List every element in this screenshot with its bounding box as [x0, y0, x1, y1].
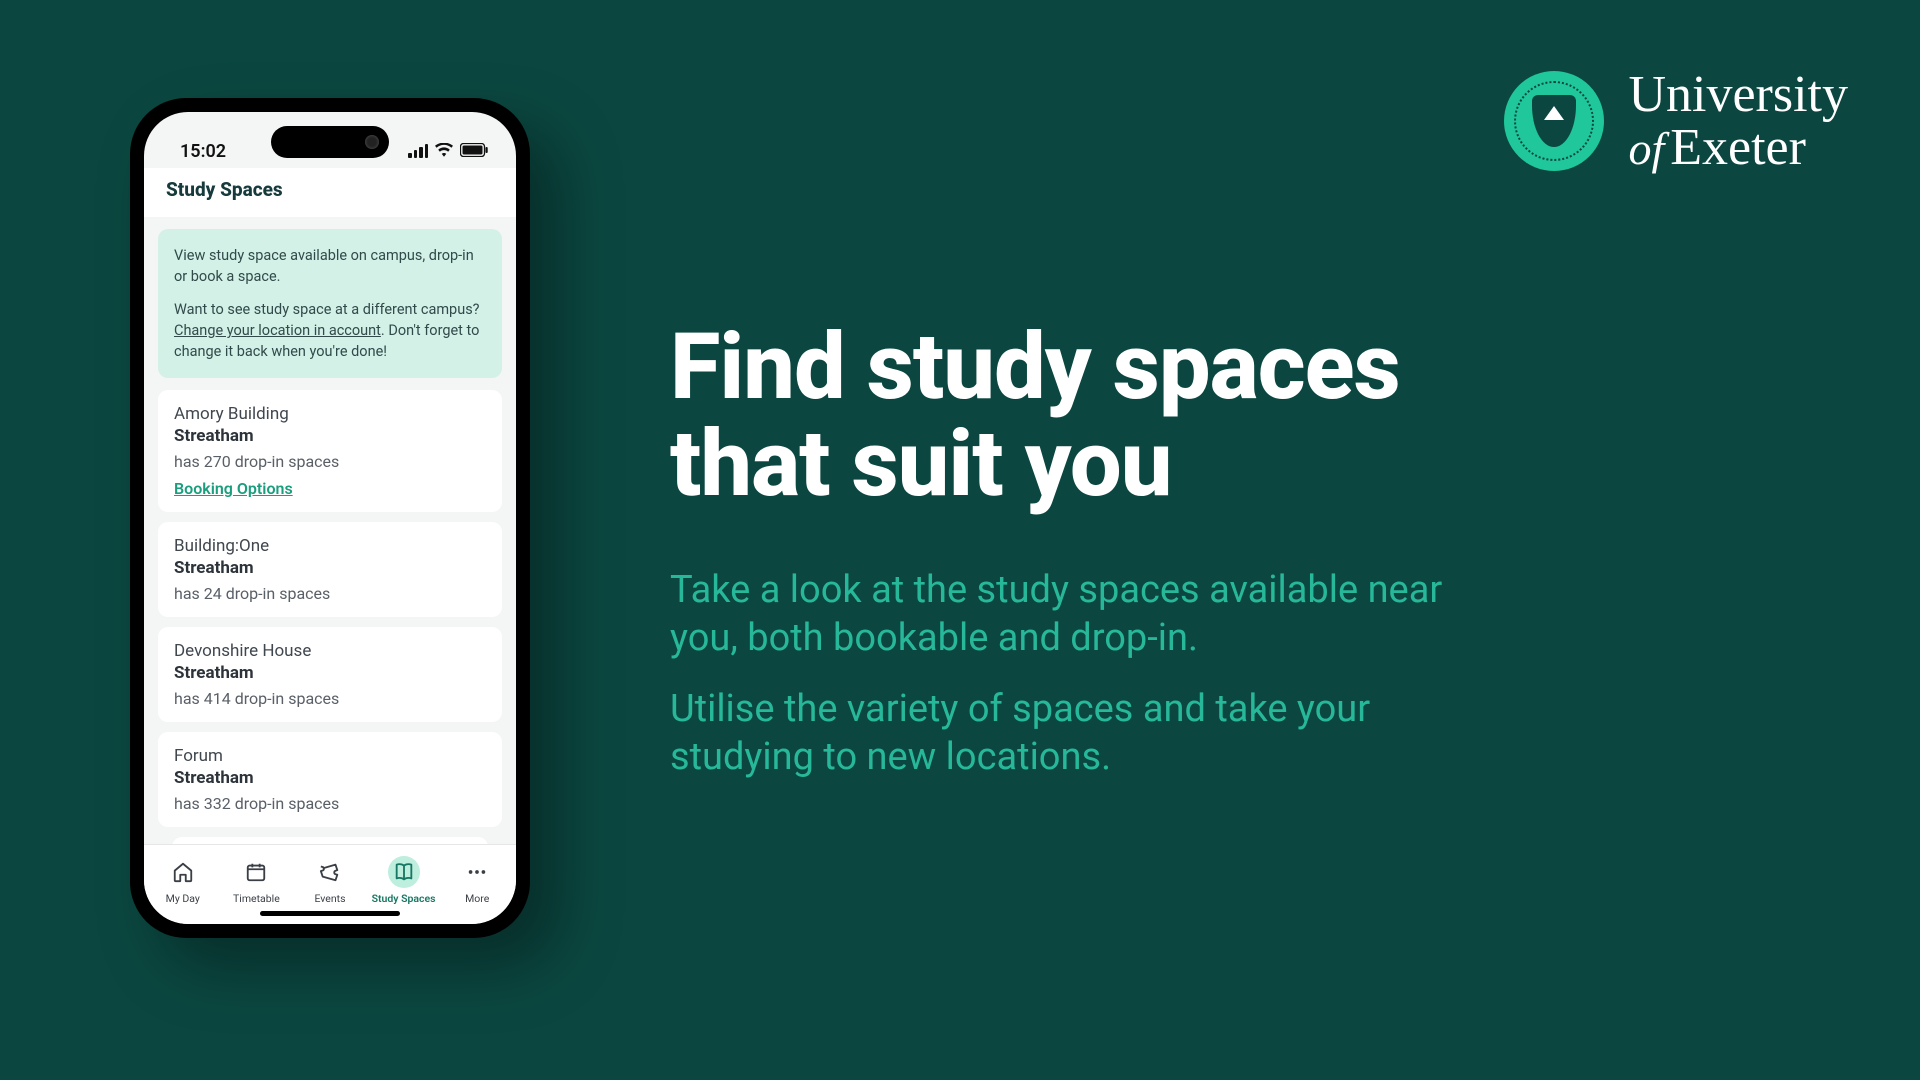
space-name: Devonshire House [174, 641, 486, 661]
space-count: has 24 drop-in spaces [174, 584, 486, 603]
logo-of: of [1628, 123, 1664, 174]
space-campus: Streatham [174, 558, 486, 578]
cell-signal-icon [408, 144, 428, 158]
hero-sub-1: Take a look at the study spaces availabl… [670, 567, 1500, 662]
nav-timetable[interactable]: Timetable [221, 856, 291, 905]
phone-mockup: 15:02 Study Spaces View study space avai… [130, 98, 530, 938]
calendar-icon [240, 856, 272, 888]
change-location-link[interactable]: Change your location in account [174, 322, 381, 339]
space-name: Forum [174, 746, 486, 766]
nav-study-spaces[interactable]: Study Spaces [369, 856, 439, 905]
book-open-icon [388, 856, 420, 888]
info-p1: View study space available on campus, dr… [174, 245, 486, 287]
info-p2a: Want to see study space at a different c… [174, 301, 480, 318]
logo-line2: ofExeter [1628, 121, 1848, 174]
university-logo: University ofExeter [1504, 68, 1848, 174]
phone-screen: 15:02 Study Spaces View study space avai… [144, 112, 516, 924]
shield-icon [1532, 95, 1576, 147]
hero-copy: Find study spaces that suit you Take a l… [670, 320, 1500, 781]
page-title: Study Spaces [144, 168, 516, 217]
battery-icon [460, 141, 488, 162]
nav-label: Timetable [233, 892, 280, 905]
nav-label: Events [314, 892, 345, 905]
ellipsis-icon [461, 856, 493, 888]
space-count: has 332 drop-in spaces [174, 794, 486, 813]
info-p2: Want to see study space at a different c… [174, 299, 486, 362]
nav-more[interactable]: More [442, 856, 512, 905]
hero-title: Find study spaces that suit you [670, 320, 1500, 513]
space-count: has 270 drop-in spaces [174, 452, 486, 471]
logo-roundel [1504, 71, 1604, 171]
nav-label: My Day [166, 892, 200, 905]
hero-title-line2: that suit you [670, 411, 1172, 518]
dynamic-island [271, 126, 389, 158]
hero-title-line1: Find study spaces [670, 314, 1400, 421]
logo-name: Exeter [1670, 119, 1806, 176]
space-campus: Streatham [174, 663, 486, 683]
home-indicator [260, 911, 400, 916]
nav-events[interactable]: Events [295, 856, 365, 905]
space-name: Amory Building [174, 404, 486, 424]
nav-label: More [465, 892, 489, 905]
space-list[interactable]: Amory Building Streatham has 270 drop-in… [144, 390, 516, 855]
info-card: View study space available on campus, dr… [158, 229, 502, 378]
bottom-nav: My Day Timetable Events Study Spaces [144, 844, 516, 924]
space-name: Building:One [174, 536, 486, 556]
home-icon [167, 856, 199, 888]
space-card-buildingone[interactable]: Building:One Streatham has 24 drop-in sp… [158, 522, 502, 617]
logo-line1: University [1628, 68, 1848, 121]
hero-sub-2: Utilise the variety of spaces and take y… [670, 686, 1500, 781]
space-campus: Streatham [174, 768, 486, 788]
booking-options-link[interactable]: Booking Options [174, 479, 293, 498]
space-campus: Streatham [174, 426, 486, 446]
wifi-icon [435, 141, 453, 162]
space-card-forum[interactable]: Forum Streatham has 332 drop-in spaces [158, 732, 502, 827]
ticket-icon [314, 856, 346, 888]
status-icons [408, 141, 488, 162]
status-time: 15:02 [180, 141, 226, 162]
logo-wordmark: University ofExeter [1628, 68, 1848, 174]
nav-my-day[interactable]: My Day [148, 856, 218, 905]
nav-label: Study Spaces [372, 892, 436, 905]
space-count: has 414 drop-in spaces [174, 689, 486, 708]
space-card-amory[interactable]: Amory Building Streatham has 270 drop-in… [158, 390, 502, 512]
space-card-devonshire[interactable]: Devonshire House Streatham has 414 drop-… [158, 627, 502, 722]
